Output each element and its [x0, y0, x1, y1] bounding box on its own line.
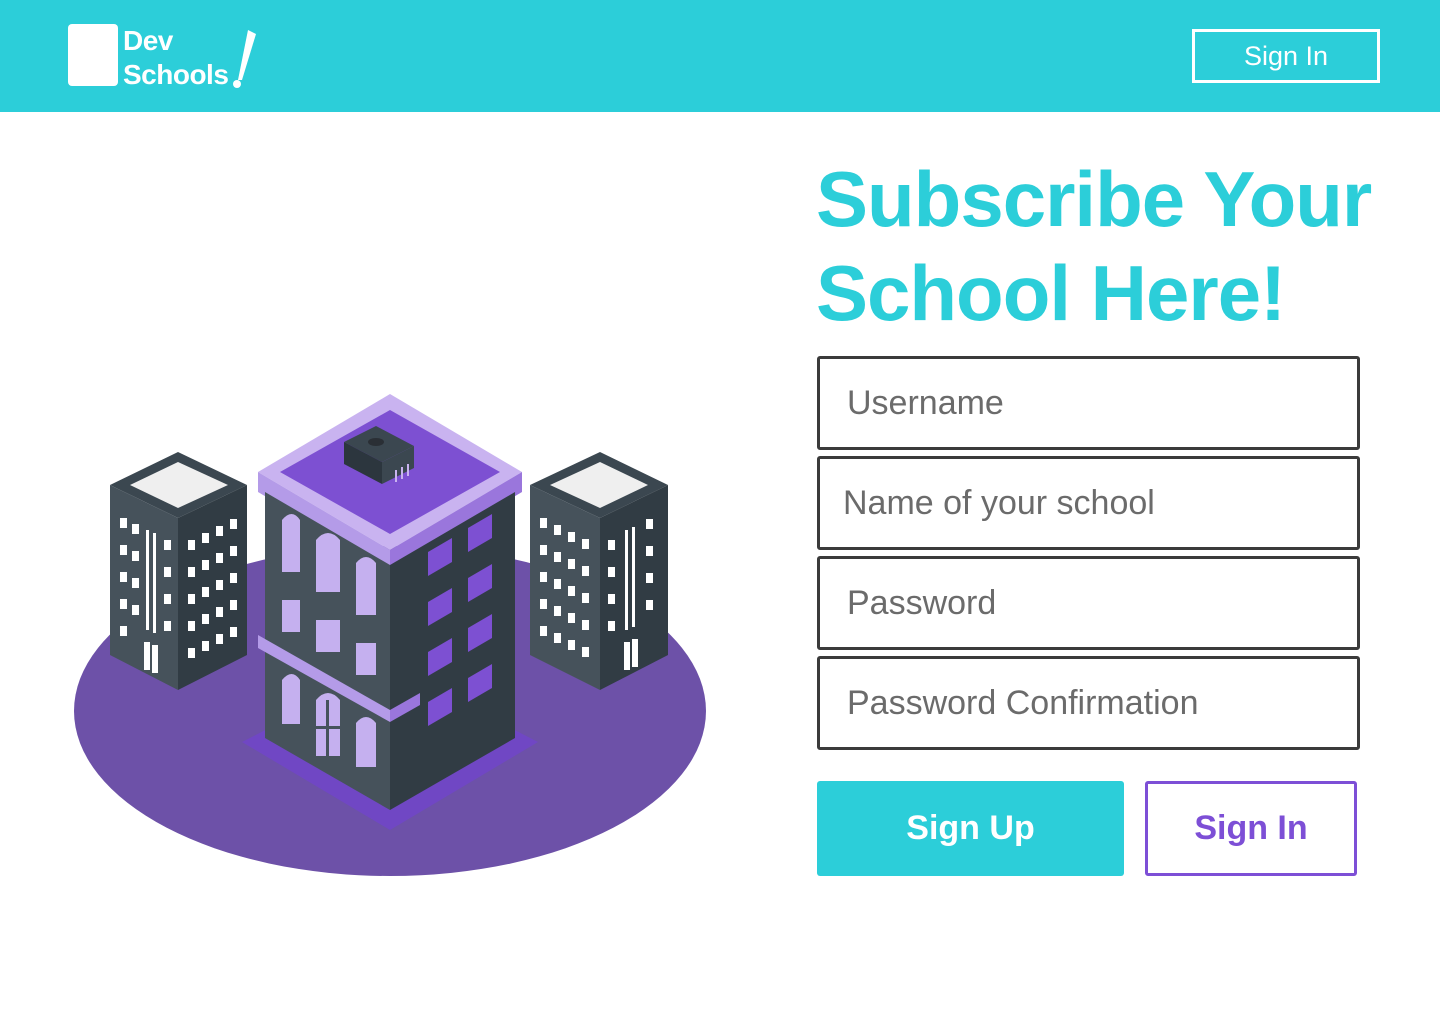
main-building-icon [258, 394, 522, 810]
logo-text: Dev Schools [123, 24, 229, 92]
headline-line-1: Subscribe Your [816, 155, 1372, 243]
logo-square-icon [68, 24, 118, 86]
logo-line-1: Dev [123, 25, 173, 56]
signup-page: Dev Schools Sign In Subscribe Your Schoo… [0, 0, 1440, 1024]
school-buildings-illustration [74, 394, 706, 876]
top-navbar: Dev Schools Sign In [0, 0, 1440, 112]
school-name-input[interactable] [817, 456, 1360, 550]
left-building-icon [110, 452, 247, 690]
headline-line-2: School Here! [816, 249, 1286, 337]
password-confirmation-input[interactable] [817, 656, 1360, 750]
right-building-icon [530, 452, 668, 690]
username-input[interactable] [817, 356, 1360, 450]
header-signin-button[interactable]: Sign In [1192, 29, 1380, 83]
logo[interactable]: Dev Schools [68, 24, 256, 92]
password-input[interactable] [817, 556, 1360, 650]
sign-up-button[interactable]: Sign Up [817, 781, 1124, 876]
logo-line-2: Schools [123, 59, 229, 90]
sign-in-button[interactable]: Sign In [1145, 781, 1357, 876]
pencil-mark-icon [233, 30, 256, 88]
page-title: Subscribe Your School Here! [816, 152, 1416, 340]
